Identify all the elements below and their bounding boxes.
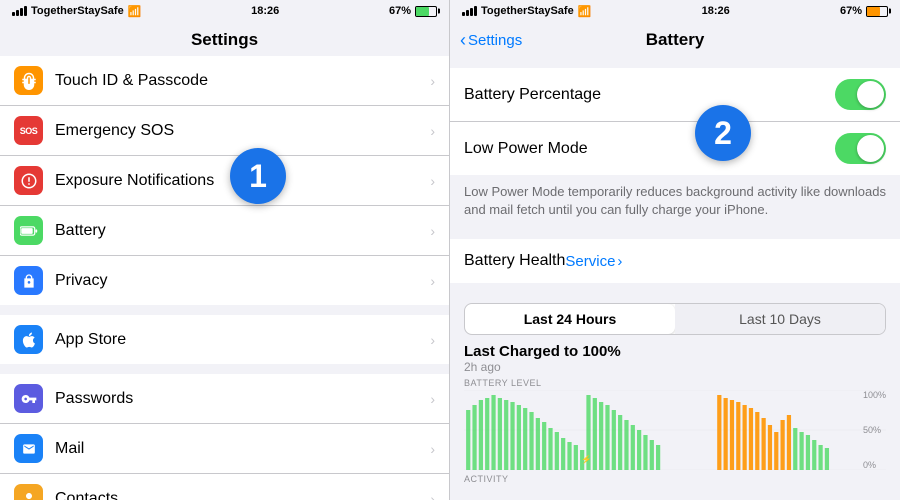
chevron-battery: ›: [430, 223, 435, 239]
battery-icon-left: [415, 6, 437, 17]
back-chevron-icon: ‹: [460, 30, 466, 51]
wifi-icon: 📶: [128, 5, 142, 18]
low-power-note: Low Power Mode temporarily reduces backg…: [450, 175, 900, 229]
chevron-contacts: ›: [430, 491, 435, 500]
passwords-label: Passwords: [55, 390, 426, 408]
chevron-mail: ›: [430, 441, 435, 457]
back-button[interactable]: ‹ Settings: [460, 30, 522, 51]
appstore-label: App Store: [55, 331, 426, 349]
tab-24hours[interactable]: Last 24 Hours: [465, 304, 675, 334]
settings-row-appstore[interactable]: App Store ›: [0, 315, 449, 364]
settings-screen: TogetherStaySafe 📶 18:26 67% Settings To…: [0, 0, 450, 500]
settings-row-sos[interactable]: SOS Emergency SOS ›: [0, 106, 449, 156]
chevron-exposure: ›: [430, 173, 435, 189]
settings-row-exposure[interactable]: Exposure Notifications ›: [0, 156, 449, 206]
low-power-row[interactable]: Low Power Mode: [450, 122, 900, 175]
signal-icon-right: [462, 6, 477, 16]
chevron-touchid: ›: [430, 73, 435, 89]
battery-percent-left: 67%: [389, 5, 411, 17]
touchid-icon: [14, 66, 43, 95]
activity-label: ACTIVITY: [464, 474, 886, 484]
battery-toggles-group: Battery Percentage Low Power Mode: [450, 68, 900, 175]
mail-icon: [14, 434, 43, 463]
settings-row-mail[interactable]: Mail ›: [0, 424, 449, 474]
time-left: 18:26: [251, 5, 279, 17]
battery-chart: ⚡ 100% 50% 0%: [464, 390, 886, 470]
exposure-icon: [14, 166, 43, 195]
battery-settings: Battery Percentage Low Power Mode Low Po…: [450, 68, 900, 484]
battery-health-row[interactable]: Battery Health Service ›: [450, 239, 900, 283]
settings-row-contacts[interactable]: Contacts ›: [0, 474, 449, 500]
settings-row-passwords[interactable]: Passwords ›: [0, 374, 449, 424]
touchid-label: Touch ID & Passcode: [55, 72, 426, 90]
battery-percentage-row[interactable]: Battery Percentage: [450, 68, 900, 122]
screen-title-settings: Settings: [0, 22, 449, 56]
settings-group-3: Passwords › Mail › Contacts ›: [0, 374, 449, 500]
status-left-right: TogetherStaySafe 📶: [462, 5, 591, 18]
chevron-appstore: ›: [430, 332, 435, 348]
service-chevron-icon: ›: [617, 253, 622, 270]
status-right-left: 67%: [389, 5, 437, 17]
status-bar-left: TogetherStaySafe 📶 18:26 67%: [0, 0, 449, 22]
step-badge-1: 1: [230, 148, 286, 204]
settings-group-2: App Store ›: [0, 315, 449, 364]
settings-group-1: Touch ID & Passcode › SOS Emergency SOS …: [0, 56, 449, 305]
battery-health-label: Battery Health: [464, 252, 565, 270]
battery-label: Battery: [55, 222, 426, 240]
low-power-label: Low Power Mode: [464, 140, 835, 158]
service-link[interactable]: Service ›: [565, 253, 622, 270]
settings-list: Touch ID & Passcode › SOS Emergency SOS …: [0, 56, 449, 500]
battery-percent-right: 67%: [840, 5, 862, 17]
contacts-label: Contacts: [55, 490, 426, 500]
time-right: 18:26: [702, 5, 730, 17]
charge-sub: 2h ago: [464, 360, 886, 374]
low-power-toggle[interactable]: [835, 133, 886, 164]
status-left: TogetherStaySafe 📶: [12, 5, 141, 18]
service-text: Service: [565, 253, 615, 270]
charge-info: Last Charged to 100% 2h ago: [450, 335, 900, 376]
nav-bar: ‹ Settings Battery: [450, 22, 900, 58]
time-tabs: Last 24 Hours Last 10 Days: [464, 303, 886, 335]
settings-row-touchid[interactable]: Touch ID & Passcode ›: [0, 56, 449, 106]
battery-level-label: BATTERY LEVEL: [464, 378, 886, 388]
y-label-0: 0%: [863, 460, 886, 470]
settings-row-battery[interactable]: Battery ›: [0, 206, 449, 256]
contacts-icon: [14, 484, 43, 500]
settings-row-privacy[interactable]: Privacy ›: [0, 256, 449, 305]
battery-row-icon: [14, 216, 43, 245]
battery-chart-area: BATTERY LEVEL: [450, 376, 900, 484]
sos-label: Emergency SOS: [55, 122, 426, 140]
battery-percentage-toggle[interactable]: [835, 79, 886, 110]
y-label-50: 50%: [863, 425, 886, 435]
chevron-privacy: ›: [430, 273, 435, 289]
passwords-icon: [14, 384, 43, 413]
privacy-icon: [14, 266, 43, 295]
battery-icon-right: [866, 6, 888, 17]
privacy-label: Privacy: [55, 272, 426, 290]
step-badge-2: 2: [695, 105, 751, 161]
signal-icon: [12, 6, 27, 16]
battery-screen: TogetherStaySafe 📶 18:26 67% ‹ Settings …: [450, 0, 900, 500]
battery-percentage-label: Battery Percentage: [464, 86, 835, 104]
status-bar-right: TogetherStaySafe 📶 18:26 67%: [450, 0, 900, 22]
carrier-right: TogetherStaySafe: [481, 5, 574, 17]
battery-chart-svg: ⚡: [464, 390, 886, 470]
back-label: Settings: [468, 32, 522, 49]
chevron-sos: ›: [430, 123, 435, 139]
svg-text:⚡: ⚡: [581, 455, 592, 466]
nav-title: Battery: [646, 30, 705, 50]
battery-health-group: Battery Health Service ›: [450, 239, 900, 283]
wifi-icon-right: 📶: [578, 5, 592, 18]
chevron-passwords: ›: [430, 391, 435, 407]
carrier-left: TogetherStaySafe: [31, 5, 124, 17]
tab-10days[interactable]: Last 10 Days: [675, 304, 885, 334]
mail-label: Mail: [55, 440, 426, 458]
status-right-right: 67%: [840, 5, 888, 17]
chart-y-labels: 100% 50% 0%: [863, 390, 886, 470]
separator: [450, 283, 900, 293]
charge-title: Last Charged to 100%: [464, 343, 886, 360]
sos-icon: SOS: [14, 116, 43, 145]
y-label-100: 100%: [863, 390, 886, 400]
appstore-icon: [14, 325, 43, 354]
